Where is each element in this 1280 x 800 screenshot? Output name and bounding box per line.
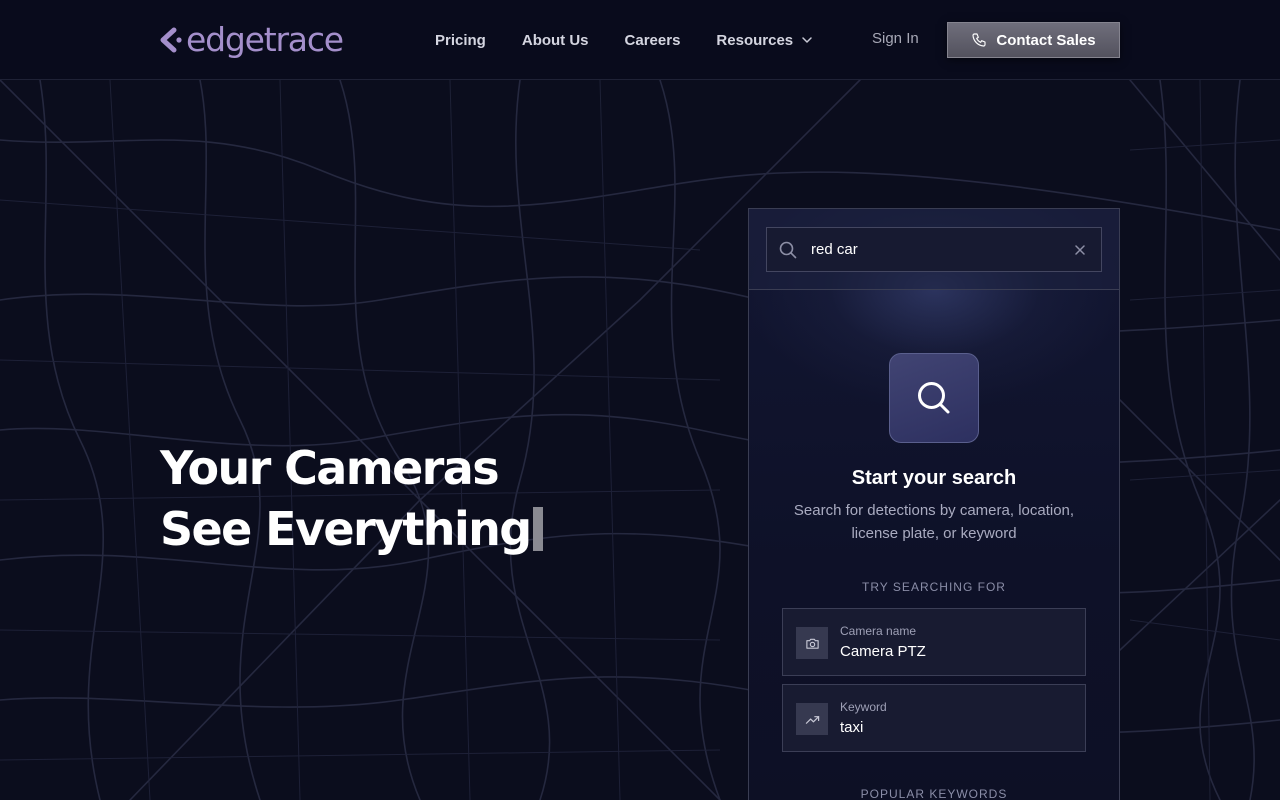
search-input[interactable] xyxy=(811,241,1061,258)
logo-chevron-icon xyxy=(160,27,182,53)
suggestion-camera-name[interactable]: Camera name Camera PTZ xyxy=(782,608,1086,676)
chevron-down-icon xyxy=(802,37,812,43)
suggestion-label: Keyword xyxy=(840,700,887,714)
trending-icon xyxy=(805,715,819,724)
hero-line-2: See Everything xyxy=(160,502,532,556)
nav-pricing[interactable]: Pricing xyxy=(435,32,486,49)
suggestion-keyword[interactable]: Keyword taxi xyxy=(782,684,1086,752)
search-panel-description: Search for detections by camera, locatio… xyxy=(793,502,1075,542)
popular-keywords-label: POPULAR KEYWORDS xyxy=(860,787,1008,800)
typing-cursor xyxy=(532,507,543,551)
hero-line-1: Your Cameras xyxy=(160,441,500,495)
hero-headline: Your Cameras See Everything xyxy=(160,438,543,560)
sign-in-link[interactable]: Sign In xyxy=(872,30,919,47)
search-illustration xyxy=(889,353,979,443)
camera-icon xyxy=(805,638,819,649)
main-nav: Pricing About Us Careers Resources xyxy=(435,0,849,80)
brand-logo[interactable]: edgetrace xyxy=(160,20,344,60)
nav-resources-label: Resources xyxy=(716,31,794,49)
nav-about-us[interactable]: About Us xyxy=(522,32,589,49)
hero-line-2-wrap: See Everything xyxy=(160,499,543,560)
brand-name: edgetrace xyxy=(186,20,344,59)
suggestion-icon-box xyxy=(796,703,828,735)
contact-sales-button[interactable]: Contact Sales xyxy=(947,22,1120,58)
try-searching-label: TRY SEARCHING FOR xyxy=(862,580,1006,594)
search-panel: Start your search Search for detections … xyxy=(748,208,1120,800)
magnifier-icon xyxy=(918,382,950,414)
top-navbar: edgetrace Pricing About Us Careers Resou… xyxy=(0,0,1280,80)
search-panel-title: Start your search xyxy=(851,467,1017,489)
search-icon xyxy=(779,241,797,258)
clear-search-icon[interactable] xyxy=(1071,241,1089,259)
nav-careers[interactable]: Careers xyxy=(625,32,681,49)
suggestion-icon-box xyxy=(796,627,828,659)
nav-resources-dropdown[interactable]: Resources xyxy=(716,32,813,49)
suggestion-value: Camera PTZ xyxy=(840,643,926,660)
search-field[interactable] xyxy=(766,227,1102,272)
suggestion-value: taxi xyxy=(840,719,864,736)
suggestion-label: Camera name xyxy=(840,624,917,638)
search-header xyxy=(749,209,1119,290)
contact-sales-label: Contact Sales xyxy=(996,31,1096,49)
phone-icon xyxy=(972,33,986,47)
